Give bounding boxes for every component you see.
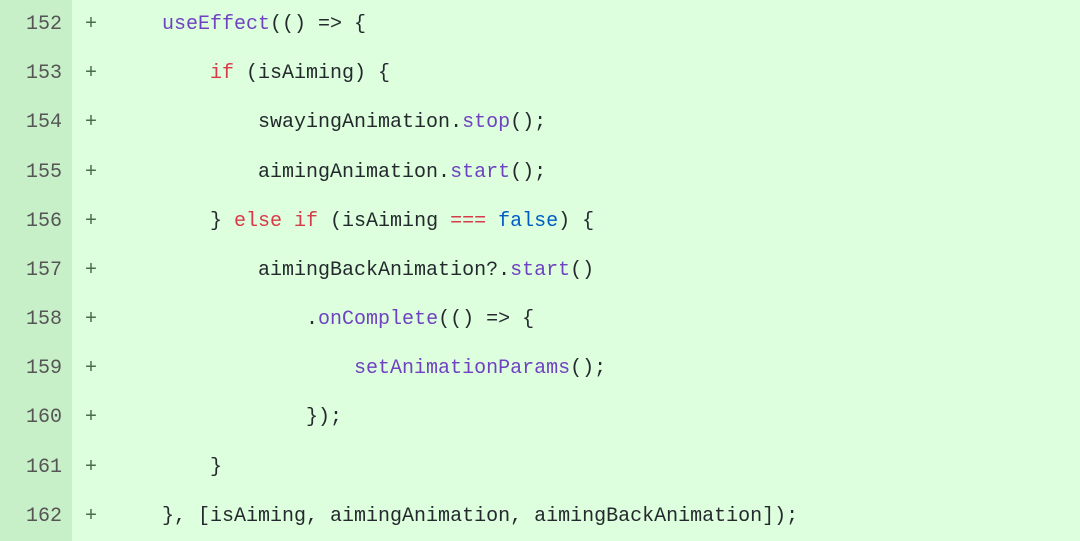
code-line: }, [isAiming, aimingAnimation, aimingBac… — [110, 492, 1080, 541]
code-token: (isAiming) { — [234, 62, 390, 85]
code-token: start — [450, 161, 510, 184]
code-line: aimingBackAnimation?.start() — [110, 246, 1080, 295]
code-token: === — [450, 210, 486, 233]
code-token: (); — [570, 357, 606, 380]
diff-row: 158+ .onComplete(() => { — [0, 295, 1080, 344]
indent — [114, 111, 258, 134]
diff-marker: + — [72, 148, 110, 197]
diff-marker: + — [72, 393, 110, 442]
diff-row: 157+ aimingBackAnimation?.start() — [0, 246, 1080, 295]
code-line: swayingAnimation.stop(); — [110, 98, 1080, 147]
line-number: 157 — [0, 246, 72, 295]
code-token: (); — [510, 161, 546, 184]
code-line: setAnimationParams(); — [110, 344, 1080, 393]
code-token: onComplete — [318, 308, 438, 331]
diff-container: 152+ useEffect(() => {153+ if (isAiming)… — [0, 0, 1080, 541]
diff-marker: + — [72, 492, 110, 541]
indent — [114, 406, 306, 429]
diff-row: 156+ } else if (isAiming === false) { — [0, 197, 1080, 246]
code-token: } — [210, 456, 222, 479]
code-token: start — [510, 259, 570, 282]
code-token: (() => { — [438, 308, 534, 331]
code-token: if — [210, 62, 234, 85]
line-number: 159 — [0, 344, 72, 393]
diff-marker: + — [72, 0, 110, 49]
code-line: } — [110, 443, 1080, 492]
diff-row: 162+ }, [isAiming, aimingAnimation, aimi… — [0, 492, 1080, 541]
diff-row: 161+ } — [0, 443, 1080, 492]
code-token: aimingBackAnimation?. — [258, 259, 510, 282]
line-number: 156 — [0, 197, 72, 246]
indent — [114, 259, 258, 282]
code-token: false — [498, 210, 558, 233]
indent — [114, 210, 210, 233]
code-token: . — [306, 308, 318, 331]
line-number: 162 — [0, 492, 72, 541]
diff-marker: + — [72, 246, 110, 295]
code-token: }); — [306, 406, 342, 429]
code-token: stop — [462, 111, 510, 134]
diff-marker: + — [72, 197, 110, 246]
code-token: aimingAnimation. — [258, 161, 450, 184]
code-token: useEffect — [162, 13, 270, 36]
code-token: } — [210, 210, 234, 233]
line-number: 161 — [0, 443, 72, 492]
indent — [114, 62, 210, 85]
code-line: aimingAnimation.start(); — [110, 148, 1080, 197]
diff-row: 159+ setAnimationParams(); — [0, 344, 1080, 393]
diff-row: 160+ }); — [0, 393, 1080, 442]
diff-row: 155+ aimingAnimation.start(); — [0, 148, 1080, 197]
code-line: useEffect(() => { — [110, 0, 1080, 49]
indent — [114, 456, 210, 479]
code-token: setAnimationParams — [354, 357, 570, 380]
diff-row: 154+ swayingAnimation.stop(); — [0, 98, 1080, 147]
code-token: ) { — [558, 210, 594, 233]
diff-marker: + — [72, 49, 110, 98]
code-token: swayingAnimation. — [258, 111, 462, 134]
code-line: } else if (isAiming === false) { — [110, 197, 1080, 246]
indent — [114, 13, 162, 36]
code-line: .onComplete(() => { — [110, 295, 1080, 344]
code-token: () — [570, 259, 594, 282]
line-number: 158 — [0, 295, 72, 344]
diff-row: 152+ useEffect(() => { — [0, 0, 1080, 49]
line-number: 152 — [0, 0, 72, 49]
code-token: else if — [234, 210, 318, 233]
diff-marker: + — [72, 295, 110, 344]
code-token — [486, 210, 498, 233]
indent — [114, 308, 306, 331]
code-line: if (isAiming) { — [110, 49, 1080, 98]
code-token: (() => { — [270, 13, 366, 36]
line-number: 160 — [0, 393, 72, 442]
code-line: }); — [110, 393, 1080, 442]
indent — [114, 161, 258, 184]
code-token: }, [isAiming, aimingAnimation, aimingBac… — [162, 505, 798, 528]
line-number: 154 — [0, 98, 72, 147]
indent — [114, 505, 162, 528]
code-token: (); — [510, 111, 546, 134]
diff-marker: + — [72, 98, 110, 147]
indent — [114, 357, 354, 380]
diff-row: 153+ if (isAiming) { — [0, 49, 1080, 98]
diff-marker: + — [72, 344, 110, 393]
line-number: 153 — [0, 49, 72, 98]
code-token: (isAiming — [318, 210, 450, 233]
diff-marker: + — [72, 443, 110, 492]
line-number: 155 — [0, 148, 72, 197]
